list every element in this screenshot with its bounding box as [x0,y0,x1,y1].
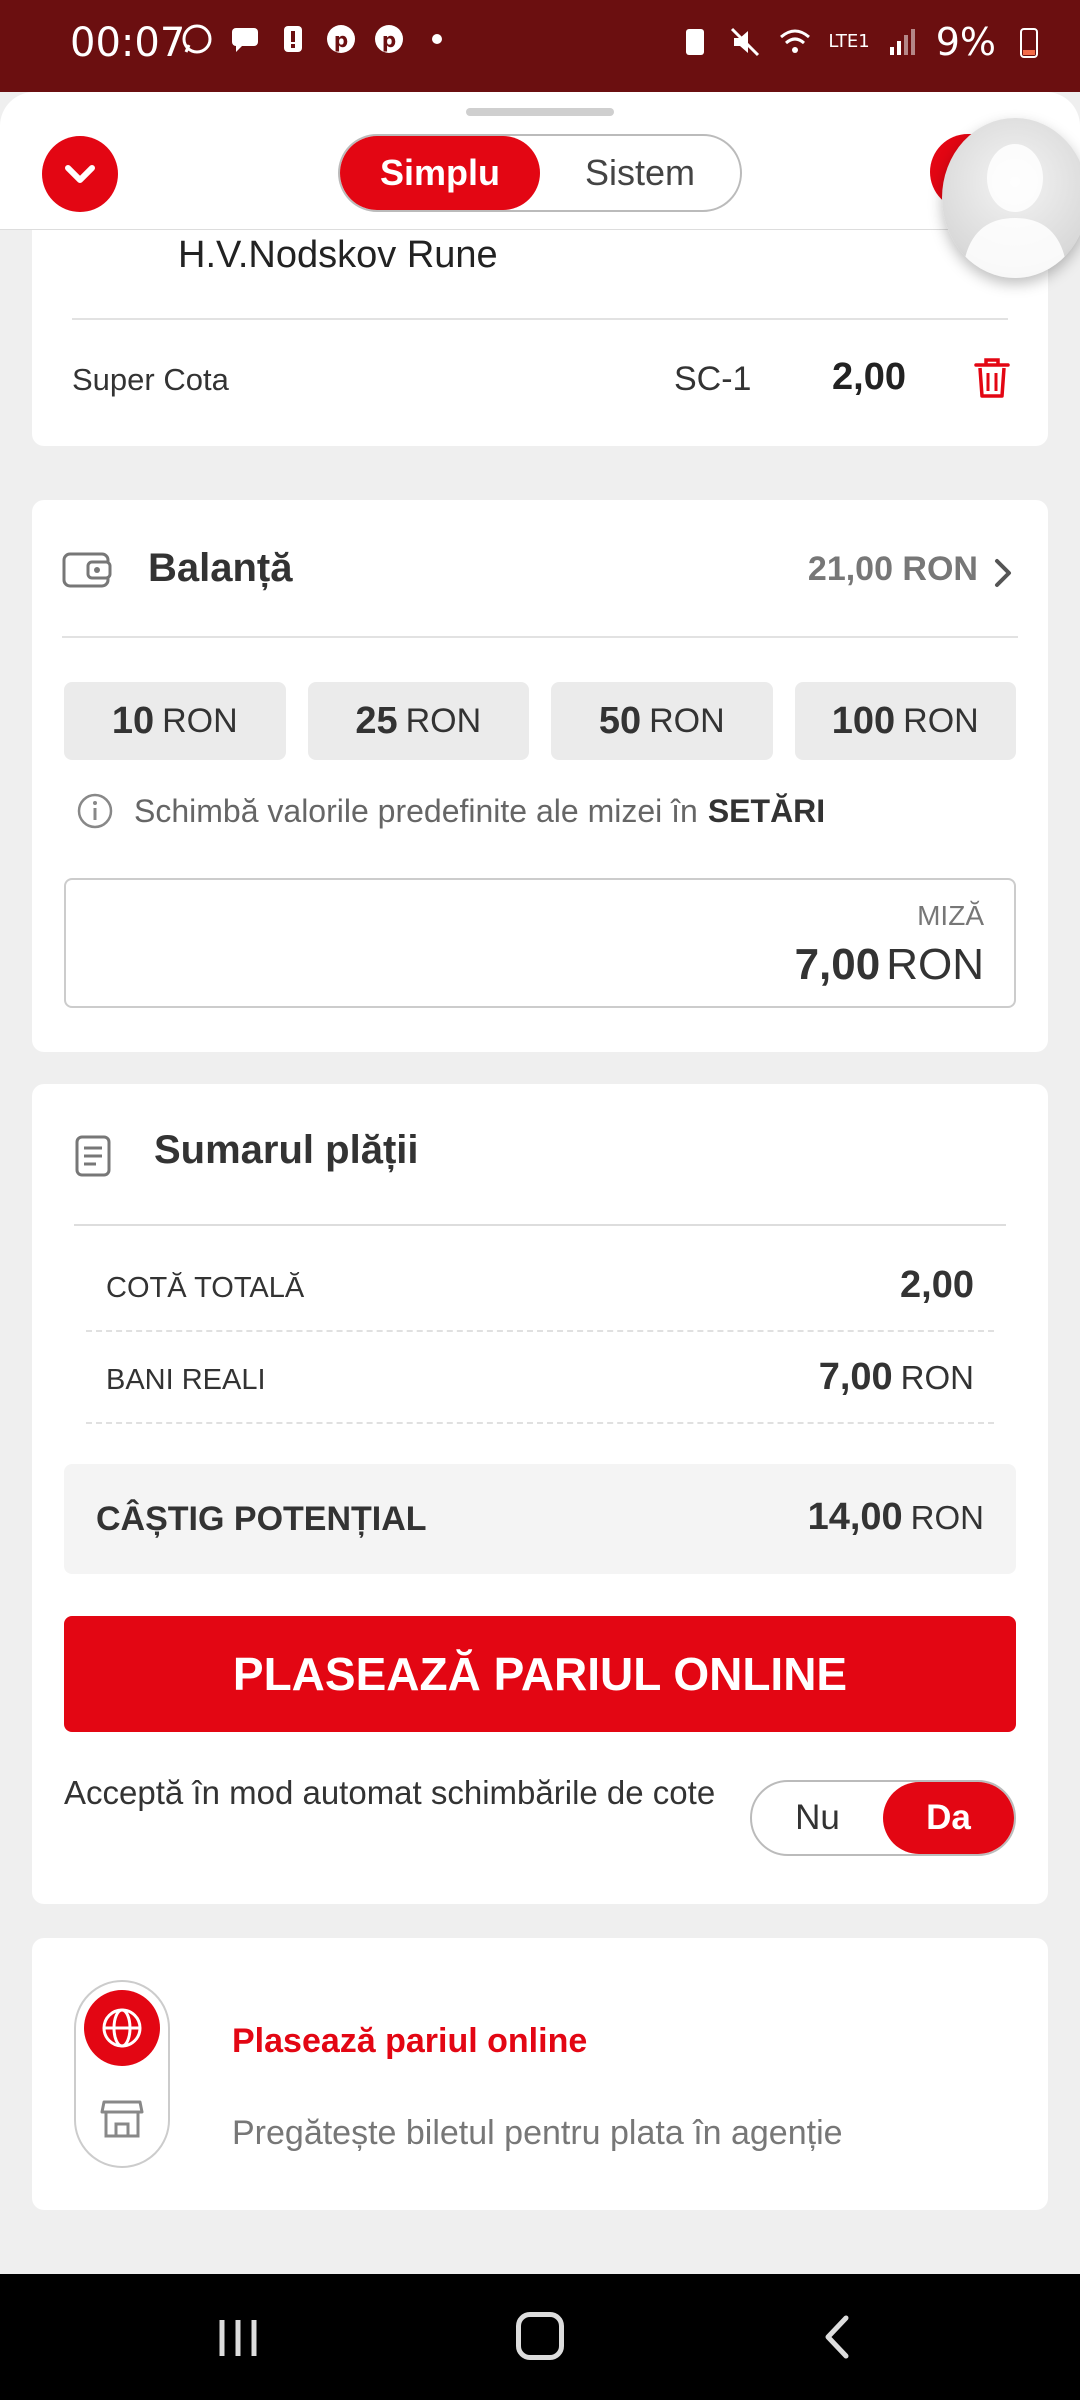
tab-sistem[interactable]: Sistem [540,136,740,210]
stake-value: 7,00 RON [795,940,984,990]
row-value: 7,00 RON [819,1356,974,1399]
trash-icon[interactable] [972,356,1012,400]
alert-icon [284,26,302,52]
summary-title: Sumarul plății [154,1128,419,1172]
chevron-right-icon[interactable] [992,556,1014,590]
payment-summary-card: Sumarul plății COTĂ TOTALĂ 2,00 BANI REA… [32,1084,1048,1904]
quick-stake-25-button[interactable]: 25 RON [307,682,529,760]
potential-unit: RON [910,1499,984,1536]
row-amount: 7,00 [818,1356,893,1398]
potential-value: 14,00 RON [808,1496,984,1539]
bet-code: SC-1 [674,360,752,398]
back-icon[interactable] [822,2314,852,2360]
store-icon[interactable] [100,2098,144,2140]
bet-selection-card: H.V.Nodskov Rune Super Cota SC-1 2,00 [32,230,1048,446]
quick-stake-amount: 10 [111,699,155,742]
quick-stake-amount: 100 [831,699,896,742]
wifi-icon [780,29,811,53]
pinterest-icon: p [375,25,403,53]
system-icons: LTE1 9% [678,20,1046,64]
quick-stake-currency: RON [903,701,979,740]
online-mode-label[interactable]: Plasează pariul online [232,2022,587,2061]
quick-stake-currency: RON [649,701,725,740]
home-icon[interactable] [516,2312,564,2360]
quick-stake-10-button[interactable]: 10 RON [64,682,286,760]
user-silhouette-icon [962,144,1068,278]
bet-mode-switch[interactable] [74,1980,170,2168]
quick-stake-50-button[interactable]: 50 RON [551,682,773,760]
quick-stake-currency: RON [405,701,482,740]
balance-card: Balanță 21,00 RON 10 RON 25 RON 50 RON 100 R… [32,500,1048,1052]
tab-simplu[interactable]: Simplu [340,136,540,210]
svg-text:p: p [382,28,396,52]
document-icon [75,1135,111,1177]
hint-text: Schimbă valorile predefinite ale mizei î… [134,792,698,829]
recent-apps-icon[interactable] [216,2318,260,2358]
status-time: 00:07 [70,20,186,66]
divider [62,636,1018,638]
row-label: BANI REALI [106,1364,266,1396]
quick-stake-100-button[interactable]: 100 RON [794,682,1016,760]
online-mode-option[interactable] [84,1990,160,2066]
auto-accept-toggle[interactable]: Nu Da [750,1780,1016,1856]
divider [72,318,1008,320]
system-nav-bar [0,2274,1080,2400]
stake-amount: 7,00 [794,940,881,989]
battery-percent: 9% [935,20,996,64]
stake-input[interactable]: MIZĂ 7,00 RON [64,878,1016,1008]
quick-stake-amount: 50 [598,699,642,742]
agency-mode-label[interactable]: Pregătește biletul pentru plata în agenț… [232,2114,843,2153]
auto-accept-label: Acceptă în mod automat schimbările de co… [64,1774,716,1811]
status-bar: 00:07 p p LTE1 9% [0,0,1080,92]
stake-currency: RON [886,940,984,989]
bet-odds: 2,00 [832,356,906,398]
balance-title: Balanță [148,546,293,590]
quick-stake-currency: RON [162,701,238,740]
network-label: LTE1 [828,31,870,52]
globe-icon [102,2008,142,2048]
real-money-row: BANI REALI 7,00 RON [86,1332,994,1424]
bet-type-toggle[interactable]: Simplu Sistem [338,134,742,212]
wallet-icon [62,552,112,588]
toggle-option-da[interactable]: Da [883,1782,1014,1854]
toggle-option-nu[interactable]: Nu [752,1782,883,1854]
total-odds-row: COTĂ TOTALĂ 2,00 [86,1240,994,1332]
avatar[interactable] [942,118,1080,278]
more-dot-icon [432,34,442,44]
pinterest-icon: p [327,25,355,53]
battery-icon [1020,28,1038,58]
row-label: COTĂ TOTALĂ [106,1272,305,1304]
row-value: 2,00 [900,1264,974,1307]
row-amount: 2,00 [900,1264,974,1306]
balance-value[interactable]: 21,00 RON [808,550,978,589]
potential-label: CÂȘTIG POTENȚIAL [96,1500,427,1538]
row-unit: RON [900,1359,974,1396]
place-bet-button[interactable]: PLASEAZĂ PARIUL ONLINE [64,1616,1016,1732]
quick-stake-buttons: 10 RON 25 RON 50 RON 100 RON [64,682,1016,760]
divider [74,1224,1006,1226]
notification-icons: p p [180,22,454,56]
market-name: Super Cota [72,362,229,397]
collapse-button[interactable] [42,136,118,212]
whatsapp-icon [182,24,212,54]
battery-saver-icon [686,29,705,55]
quick-stake-amount: 25 [355,699,398,742]
potential-winnings: CÂȘTIG POTENȚIAL 14,00 RON [64,1464,1016,1574]
info-icon [77,793,113,829]
potential-amount: 14,00 [807,1496,903,1538]
drag-handle[interactable] [466,108,614,116]
mute-icon [731,27,760,57]
signal-icon [889,29,915,55]
betslip-header: Simplu Sistem [0,92,1080,230]
bet-mode-card: Plasează pariul online Pregătește biletu… [32,1938,1048,2210]
svg-text:p: p [334,28,348,52]
settings-link[interactable]: SETĂRI [708,793,825,830]
message-icon [232,28,258,52]
selection-name: H.V.Nodskov Rune [178,234,498,276]
chevron-down-icon [65,165,95,183]
stake-settings-hint: Schimbă valorile predefinite ale mizei î… [76,792,825,830]
stake-label: MIZĂ [917,900,984,931]
